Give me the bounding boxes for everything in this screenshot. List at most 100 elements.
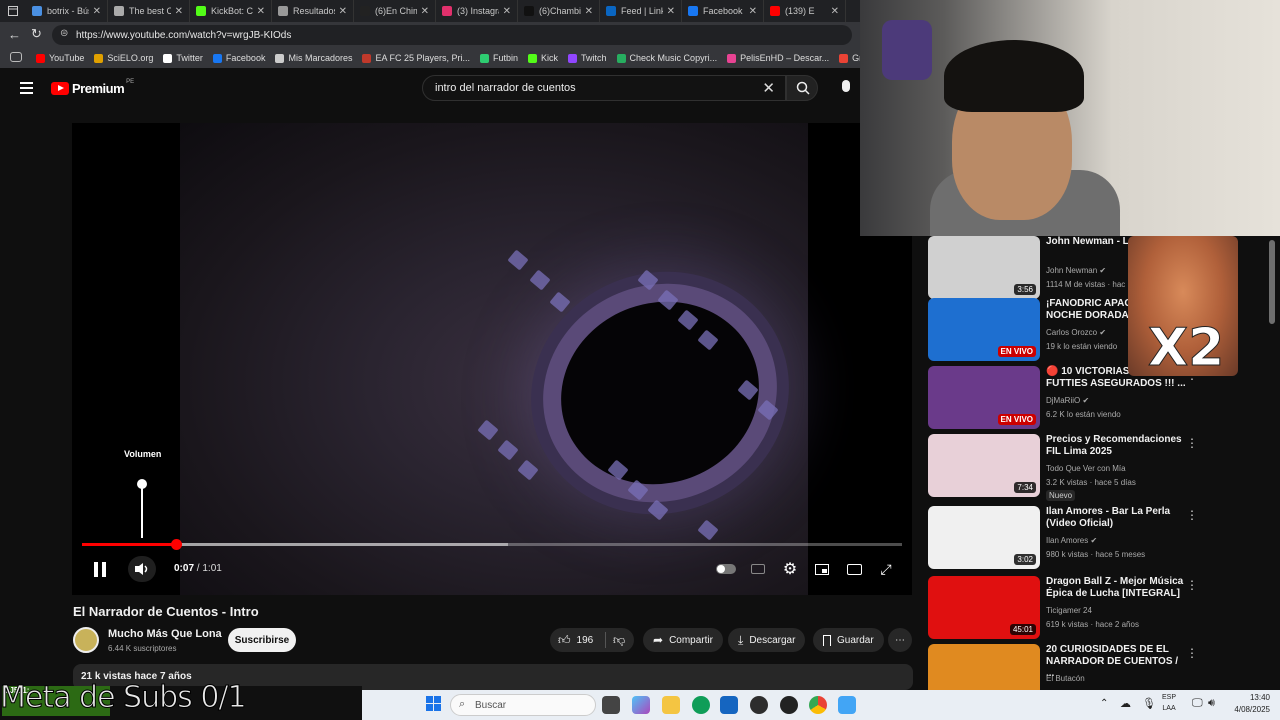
clear-search-icon[interactable]: ✕: [762, 79, 775, 97]
fullscreen-button[interactable]: ⤢: [876, 559, 896, 579]
like-button[interactable]: 👍︎ 196: [550, 633, 605, 648]
youtube-logo[interactable]: Premium PE: [51, 79, 134, 96]
volume-slider-handle[interactable]: [137, 479, 147, 489]
bookmark-item[interactable]: EA FC 25 Players, Pri...: [362, 53, 470, 63]
close-tab-icon[interactable]: ✕: [93, 6, 101, 17]
theater-mode-button[interactable]: [844, 559, 864, 579]
close-tab-icon[interactable]: ✕: [175, 6, 183, 17]
chrome-icon[interactable]: [809, 696, 827, 714]
recommended-channel[interactable]: Ilan Amores ✔: [1046, 536, 1097, 545]
tab-actions-icon[interactable]: [0, 0, 26, 22]
url-field[interactable]: ⊜ https://www.youtube.com/watch?v=wrgJB-…: [52, 25, 852, 45]
close-tab-icon[interactable]: ✕: [667, 6, 675, 17]
video-player[interactable]: Volumen 0:07 / 1:01 ⚙ ⤢: [72, 123, 912, 595]
bookmark-item[interactable]: Twitch: [568, 53, 607, 63]
system-clock[interactable]: 13:40 4/08/2025: [1220, 692, 1270, 716]
mute-button[interactable]: [128, 556, 156, 582]
subtitles-button[interactable]: [748, 559, 768, 579]
recommended-channel[interactable]: Todo Que Ver con Mía: [1046, 464, 1126, 473]
video-thumbnail[interactable]: 3:56: [928, 236, 1040, 299]
menu-icon[interactable]: [20, 82, 33, 94]
copilot-icon[interactable]: [632, 696, 650, 714]
subscribe-button[interactable]: Suscribirse: [228, 628, 296, 652]
recommended-channel[interactable]: DjMaRiiO ✔: [1046, 396, 1089, 405]
bookmark-item[interactable]: Facebook: [212, 53, 265, 63]
store-icon[interactable]: [720, 696, 738, 714]
close-tab-icon[interactable]: ✕: [421, 6, 429, 17]
network-icon[interactable]: 🖵: [1192, 697, 1203, 710]
bookmark-item[interactable]: Futbin: [480, 53, 518, 63]
taskbar-search[interactable]: ⌕ Buscar: [450, 694, 596, 716]
more-options-icon[interactable]: ⋮: [1186, 646, 1198, 660]
back-icon[interactable]: ←: [8, 27, 21, 42]
recommended-video-title[interactable]: Ilan Amores - Bar La Perla (Video Oficia…: [1046, 506, 1186, 530]
video-thumbnail[interactable]: 7:34: [928, 434, 1040, 497]
channel-avatar[interactable]: [73, 627, 99, 653]
more-actions-button[interactable]: ⋯: [888, 628, 912, 652]
pause-button[interactable]: [90, 559, 110, 579]
task-view-icon[interactable]: [602, 696, 620, 714]
speaker-icon[interactable]: 🔊︎: [1208, 697, 1215, 710]
video-thumbnail[interactable]: EN VIVO: [928, 366, 1040, 429]
more-options-icon[interactable]: ⋮: [1186, 578, 1198, 592]
browser-tab[interactable]: The best Cha ✕: [108, 0, 190, 22]
more-options-icon[interactable]: ⋮: [1186, 436, 1198, 450]
browser-tab[interactable]: Facebook ✕: [682, 0, 764, 22]
search-button[interactable]: [786, 75, 818, 101]
tray-expand-icon[interactable]: ⌃: [1100, 698, 1108, 709]
recommended-video[interactable]: 7:34 Precios y Recomendaciones FIL Lima 2…: [928, 434, 1268, 501]
reload-icon[interactable]: ↻: [31, 26, 42, 42]
browser-tab[interactable]: (3) Instagram ✕: [436, 0, 518, 22]
more-options-icon[interactable]: ⋮: [1186, 508, 1198, 522]
close-tab-icon[interactable]: ✕: [585, 6, 593, 17]
close-tab-icon[interactable]: ✕: [257, 6, 265, 17]
bookmark-item[interactable]: Twitter: [163, 53, 203, 63]
download-button[interactable]: ⤓ Descargar: [728, 628, 806, 652]
recommended-channel[interactable]: Carlos Orozco ✔: [1046, 328, 1106, 337]
recommended-channel[interactable]: El Butacón: [1046, 674, 1085, 683]
video-thumbnail[interactable]: EN VIVO: [928, 298, 1040, 361]
recommended-channel[interactable]: John Newman ✔: [1046, 266, 1106, 275]
close-tab-icon[interactable]: ✕: [831, 6, 839, 17]
browser-tab[interactable]: Feed | Linke ✕: [600, 0, 682, 22]
close-tab-icon[interactable]: ✕: [749, 6, 757, 17]
recommended-video-title[interactable]: Dragon Ball Z - Mejor Música Épica de Lu…: [1046, 576, 1186, 600]
voice-search-icon[interactable]: [842, 80, 850, 92]
edge-icon[interactable]: [692, 696, 710, 714]
browser-tab[interactable]: Resultados d ✕: [272, 0, 354, 22]
share-button[interactable]: ➦ Compartir: [643, 628, 723, 652]
bookmark-item[interactable]: Mis Marcadores: [275, 53, 352, 63]
browser-tab[interactable]: (6)En Chimb ✕: [354, 0, 436, 22]
browser-tab[interactable]: botrix - Búsq ✕: [26, 0, 108, 22]
sidebar-scrollbar-thumb[interactable]: [1269, 240, 1275, 324]
bookmark-item[interactable]: Kick: [528, 53, 558, 63]
settings-button[interactable]: ⚙: [780, 559, 800, 579]
browser-tab[interactable]: (6)Chambian ✕: [518, 0, 600, 22]
bookmark-item[interactable]: Check Music Copyri...: [616, 53, 717, 63]
language-indicator[interactable]: ESP LAA: [1162, 692, 1176, 714]
recommended-video-title[interactable]: Precios y Recomendaciones FIL Lima 2025: [1046, 434, 1186, 458]
start-button[interactable]: [426, 696, 444, 714]
dislike-button[interactable]: 👎︎: [606, 633, 625, 648]
bookmark-item[interactable]: YouTube: [36, 53, 84, 63]
bookmarks-menu-icon[interactable]: [10, 52, 22, 62]
save-button[interactable]: Guardar: [813, 628, 884, 652]
microphone-icon[interactable]: 🎙︎: [1142, 697, 1156, 710]
close-tab-icon[interactable]: ✕: [503, 6, 511, 17]
video-thumbnail[interactable]: 45:01: [928, 576, 1040, 639]
recommended-video[interactable]: 45:01 Dragon Ball Z - Mejor Música Épica …: [928, 576, 1268, 640]
recommended-channel[interactable]: Ticigamer 24: [1046, 606, 1092, 615]
progress-bar[interactable]: [82, 539, 902, 550]
app-shortcut-icon[interactable]: [838, 696, 856, 714]
browser-tab[interactable]: KickBot: Cust ✕: [190, 0, 272, 22]
file-explorer-icon[interactable]: [662, 696, 680, 714]
cloud-icon[interactable]: ☁: [1120, 697, 1131, 710]
bookmark-item[interactable]: PelisEnHD – Descar...: [727, 53, 829, 63]
site-info-icon[interactable]: ⊜: [60, 28, 68, 39]
recommended-video[interactable]: 3:02 Ilan Amores - Bar La Perla (Video Of…: [928, 506, 1268, 570]
miniplayer-button[interactable]: [812, 559, 832, 579]
video-thumbnail[interactable]: 3:02: [928, 506, 1040, 569]
channel-name[interactable]: Mucho Más Que Lona: [108, 628, 222, 640]
bookmark-item[interactable]: SciELO.org: [94, 53, 153, 63]
autoplay-toggle[interactable]: [716, 559, 736, 579]
